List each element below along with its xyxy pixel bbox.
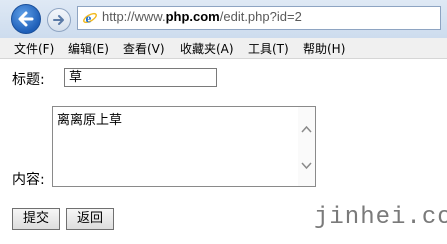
back-arrow-icon (18, 11, 34, 27)
content-text: 离离原上草 (57, 113, 123, 128)
back-button[interactable] (11, 4, 41, 34)
title-label: 标题: (12, 72, 45, 88)
browser-titlebar: e http://www.php.com/edit.php?id=2 (0, 0, 447, 39)
menu-tools[interactable]: 工具(T) (248, 40, 289, 57)
title-input[interactable]: 草 (64, 68, 217, 87)
forward-arrow-icon (53, 15, 64, 25)
menu-file[interactable]: 文件(F) (14, 40, 54, 57)
content-textarea[interactable]: 离离原上草 (52, 106, 316, 187)
ie-icon: e (83, 11, 97, 26)
scroll-up-icon[interactable] (300, 123, 313, 136)
textarea-scrollbar[interactable] (298, 107, 315, 186)
forward-button[interactable] (47, 8, 71, 32)
scroll-down-icon[interactable] (300, 159, 313, 172)
back-form-button[interactable]: 返回 (66, 208, 114, 230)
menu-help[interactable]: 帮助(H) (303, 40, 345, 57)
url-text[interactable]: http://www.php.com/edit.php?id=2 (102, 9, 302, 24)
svg-text:e: e (86, 11, 92, 26)
content-label: 内容: (12, 172, 45, 188)
menu-view[interactable]: 查看(V) (123, 40, 165, 57)
menubar: 文件(F) 编辑(E) 查看(V) 收藏夹(A) 工具(T) 帮助(H) (0, 38, 447, 59)
menu-edit[interactable]: 编辑(E) (68, 40, 109, 57)
address-bar[interactable]: e http://www.php.com/edit.php?id=2 (77, 6, 441, 30)
menu-favorites[interactable]: 收藏夹(A) (180, 40, 234, 57)
watermark: jinhei.com (314, 204, 447, 231)
submit-button[interactable]: 提交 (12, 208, 60, 230)
